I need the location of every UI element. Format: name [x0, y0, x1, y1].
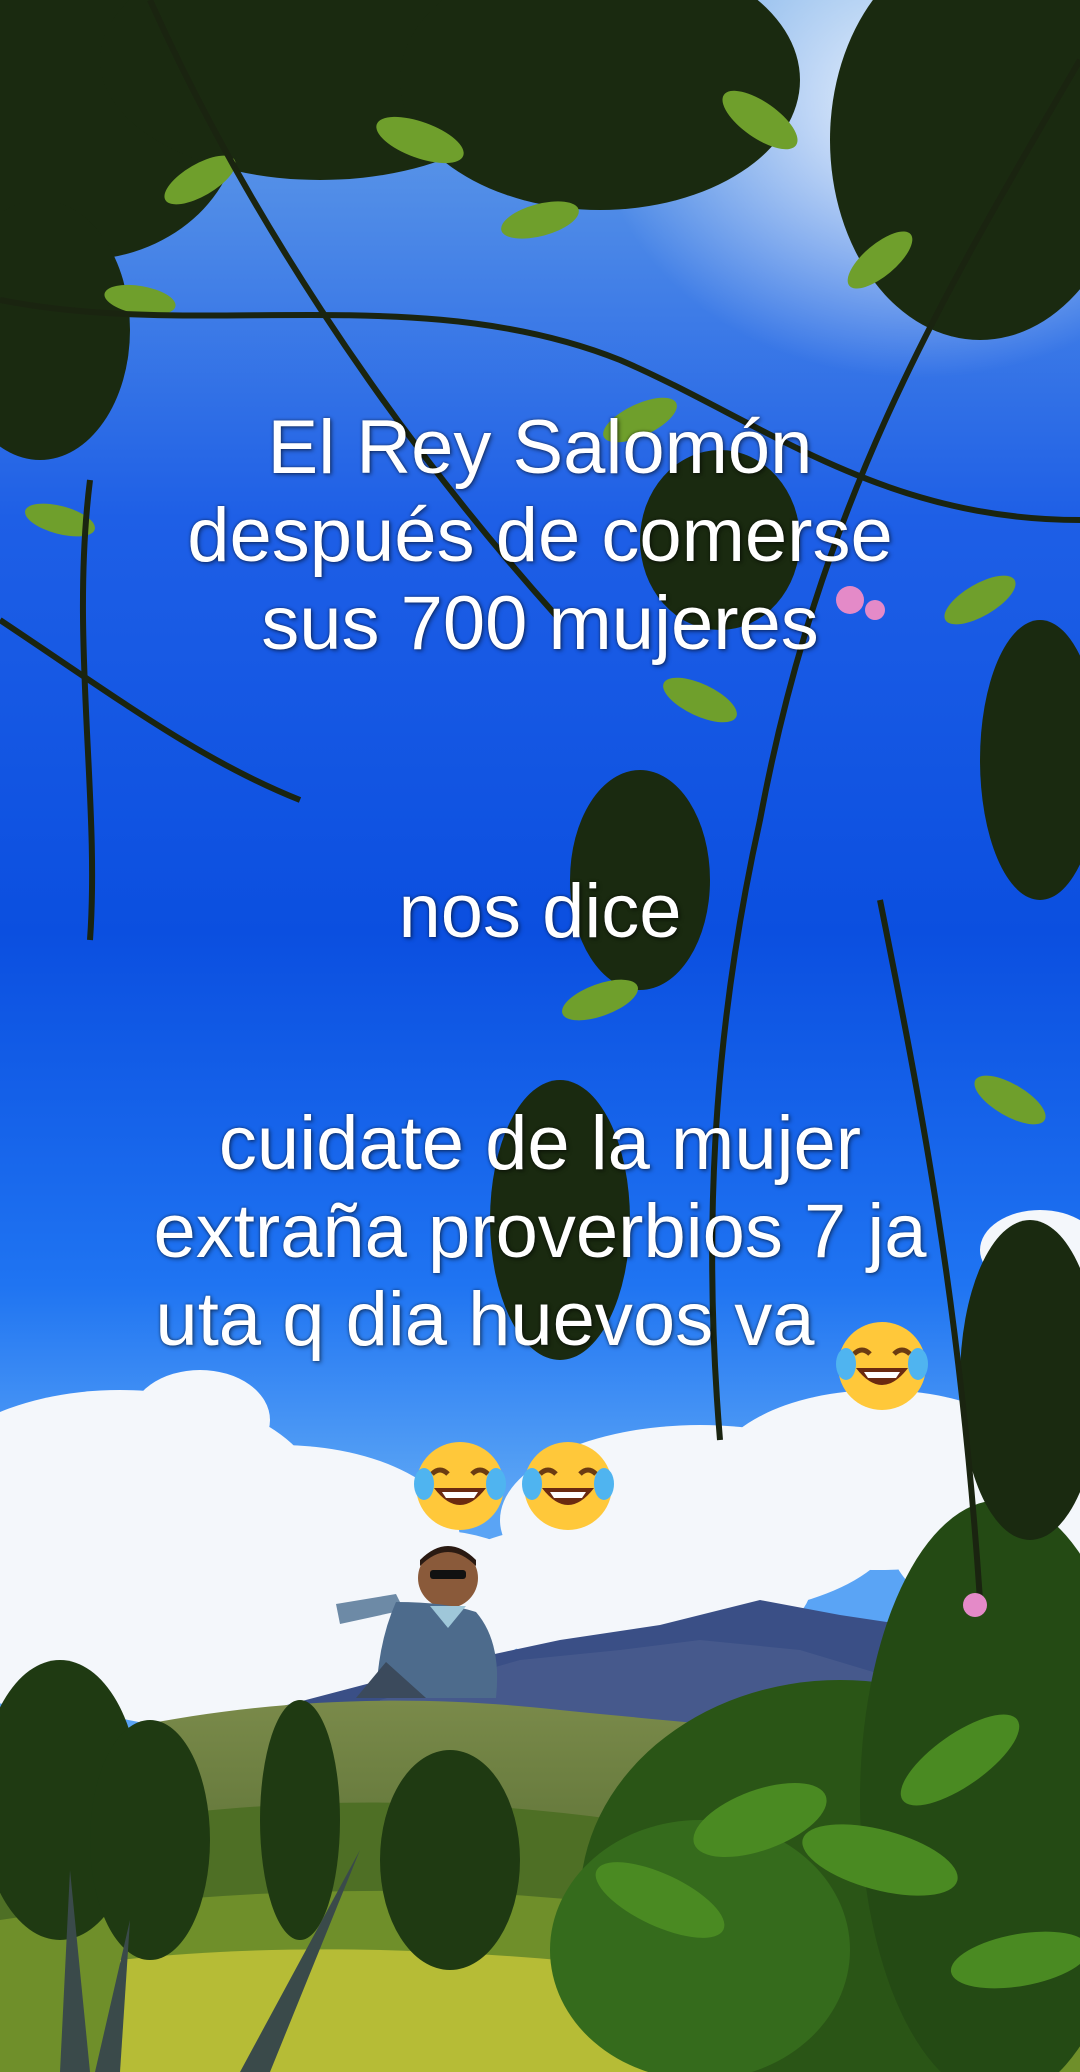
caption-line: sus 700 mujeres: [261, 581, 819, 666]
caption-line: El Rey Salomón: [267, 405, 813, 490]
caption-block-middle: nos dice: [40, 868, 1040, 956]
face-with-tears-of-joy-icon: [414, 1442, 506, 1530]
caption-block-intro: El Rey Salomón después de comerse sus 70…: [40, 404, 1040, 668]
video-frame: El Rey Salomón después de comerse sus 70…: [0, 0, 1080, 2072]
caption-line: después de comerse: [187, 493, 893, 578]
face-with-tears-of-joy-icon: [836, 1322, 928, 1410]
caption-line: nos dice: [398, 869, 682, 954]
face-with-tears-of-joy-icon: [522, 1442, 614, 1530]
caption-line: extraña proverbios 7 ja: [153, 1189, 927, 1274]
emoji-row: [410, 1436, 618, 1536]
caption-line: cuidate de la mujer: [218, 1101, 862, 1186]
landscape-background: [0, 0, 1080, 2072]
dancing-kid-sticker: [336, 1546, 498, 1698]
